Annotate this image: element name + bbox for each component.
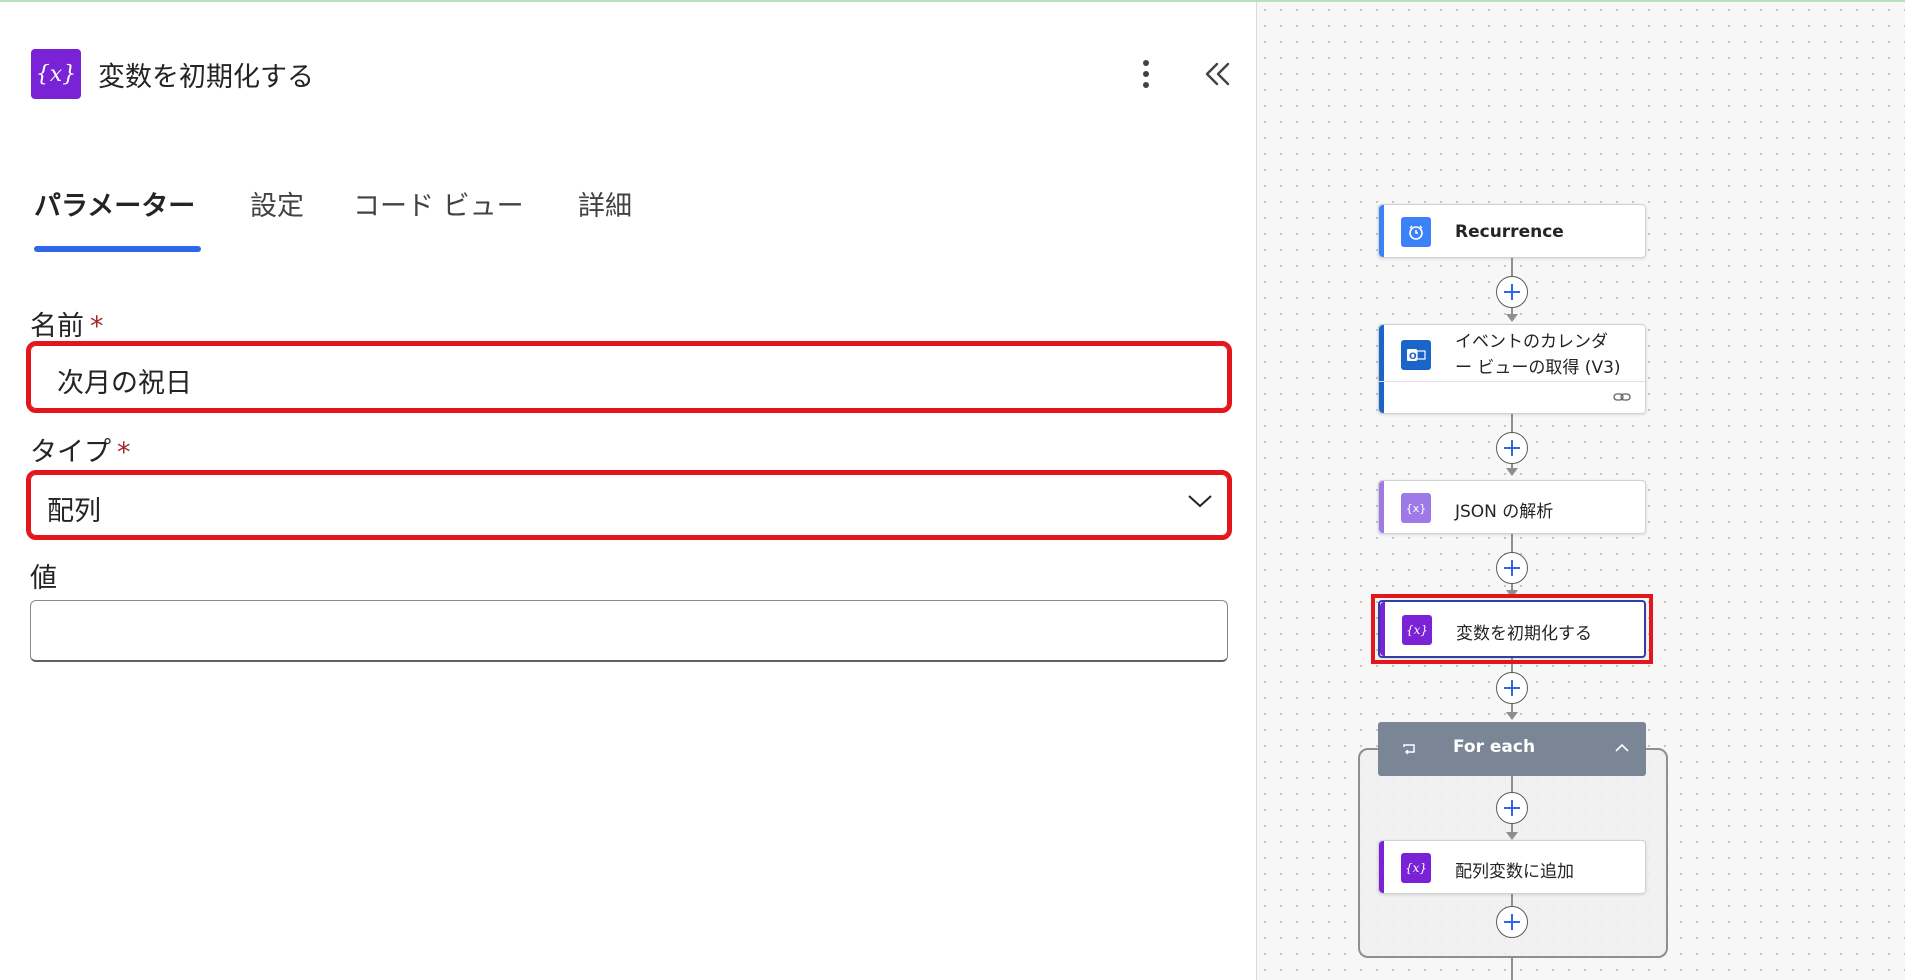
type-value: 配列 — [47, 496, 101, 527]
connector-line — [1511, 958, 1513, 980]
node-label: イベントのカレンダ ー ビューの取得 (V3) — [1455, 332, 1621, 378]
loop-icon — [1403, 744, 1415, 755]
clock-icon — [1401, 217, 1431, 247]
tab-code-view[interactable]: コード ビュー — [353, 184, 524, 223]
flow-node-parse-json[interactable]: {x} JSON の解析 — [1378, 480, 1646, 534]
add-step-button[interactable] — [1496, 792, 1528, 824]
name-value: 次月の祝日 — [57, 368, 192, 399]
panel-title: 変数を初期化する — [98, 62, 314, 93]
dot-icon — [1143, 82, 1149, 88]
connector-arrow — [1506, 468, 1518, 476]
outlook-icon: O — [1401, 340, 1431, 370]
active-tab-indicator — [34, 246, 201, 252]
connector-arrow — [1506, 712, 1518, 720]
type-dropdown[interactable]: 配列 — [26, 470, 1232, 540]
selected-node-highlight — [1371, 594, 1653, 664]
connector-arrow — [1506, 314, 1518, 322]
flow-node-for-each[interactable]: For each — [1378, 722, 1646, 776]
add-step-button[interactable] — [1496, 432, 1528, 464]
node-accent-bar — [1379, 841, 1384, 893]
more-options-button[interactable] — [1131, 56, 1161, 92]
type-label: タイプ * — [30, 437, 131, 468]
chevron-up-icon[interactable] — [1614, 743, 1630, 753]
tab-details[interactable]: 詳細 — [578, 184, 632, 223]
name-label: 名前 * — [30, 311, 104, 342]
node-divider — [1379, 381, 1645, 382]
tab-settings[interactable]: 設定 — [250, 184, 304, 223]
variable-icon: {x} — [31, 49, 81, 99]
action-details-panel: {x} 変数を初期化する パラメーター 設定 コード ビュー 詳細 名前 * 次月… — [0, 2, 1256, 980]
node-accent-bar — [1379, 205, 1384, 257]
dot-icon — [1143, 71, 1149, 77]
value-field[interactable] — [30, 600, 1228, 662]
node-label: Recurrence — [1455, 222, 1564, 242]
variable-icon: {x} — [1401, 853, 1431, 883]
flow-node-append-to-array[interactable]: {x} 配列変数に追加 — [1378, 840, 1646, 894]
name-field[interactable]: 次月の祝日 — [26, 341, 1232, 413]
collapse-panel-button[interactable] — [1200, 56, 1236, 92]
link-icon — [1613, 393, 1631, 401]
node-accent-bar — [1379, 325, 1384, 413]
connector-arrow — [1506, 832, 1518, 840]
dot-icon — [1143, 60, 1149, 66]
add-step-button[interactable] — [1496, 906, 1528, 938]
tab-parameters[interactable]: パラメーター — [34, 184, 195, 223]
flow-node-recurrence[interactable]: Recurrence — [1378, 204, 1646, 258]
value-label: 値 — [30, 563, 57, 594]
flow-node-get-calendar-view[interactable]: O イベントのカレンダ ー ビューの取得 (V3) — [1378, 324, 1646, 414]
node-label: JSON の解析 — [1455, 502, 1554, 522]
node-accent-bar — [1379, 481, 1384, 533]
add-step-button[interactable] — [1496, 672, 1528, 704]
svg-text:O: O — [1409, 352, 1417, 362]
data-operation-icon: {x} — [1401, 493, 1431, 523]
chevron-down-icon — [1188, 495, 1212, 508]
node-label: For each — [1453, 737, 1536, 757]
add-step-button[interactable] — [1496, 276, 1528, 308]
add-step-button[interactable] — [1496, 552, 1528, 584]
node-label: 配列変数に追加 — [1455, 862, 1574, 882]
